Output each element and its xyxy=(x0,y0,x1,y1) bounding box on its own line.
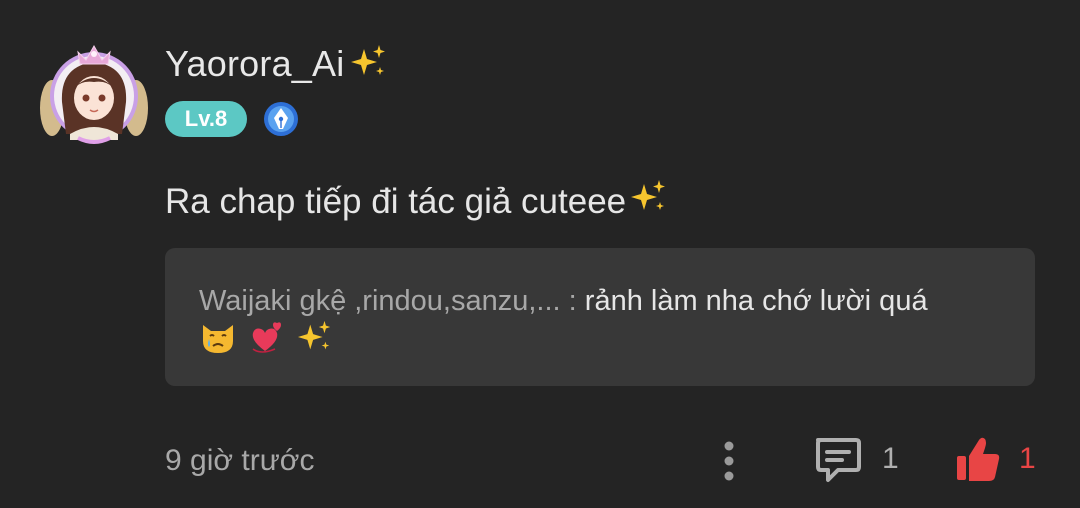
like-count: 1 xyxy=(1019,442,1036,475)
username[interactable]: Yaorora_Ai xyxy=(165,43,344,85)
thumbs-up-icon xyxy=(957,437,1000,481)
reply-count: 1 xyxy=(882,442,899,475)
comment-bubble-icon xyxy=(816,438,861,482)
comment-text-row: Ra chap tiếp đi tác giả cuteee xyxy=(165,178,668,225)
username-row: Yaorora_Ai xyxy=(165,40,388,88)
sparkles-icon xyxy=(630,178,668,225)
avatar[interactable] xyxy=(38,38,150,150)
vertical-dots-icon xyxy=(724,441,734,481)
level-badge: Lv.8 xyxy=(165,101,247,137)
crying-cat-icon xyxy=(199,319,237,367)
avatar-image xyxy=(40,44,148,144)
comment-text: Ra chap tiếp đi tác giả cuteee xyxy=(165,181,627,221)
reply-author[interactable]: Waijaki gkệ ,rindou,sanzu,... : xyxy=(199,285,577,317)
reply-button[interactable]: 1 xyxy=(812,434,899,484)
pen-nib-badge-icon xyxy=(263,101,299,137)
revolving-hearts-icon xyxy=(247,319,287,367)
reply-text: rảnh làm nha chớ lười quá xyxy=(584,285,928,317)
like-button[interactable]: 1 xyxy=(955,434,1036,484)
sparkles-icon xyxy=(350,43,388,86)
user-badges: Lv.8 xyxy=(165,101,299,137)
reply-emoji-row xyxy=(199,319,1001,367)
more-options-button[interactable] xyxy=(718,438,740,484)
reply-preview[interactable]: Waijaki gkệ ,rindou,sanzu,... : rảnh làm… xyxy=(165,248,1035,386)
comment-timestamp: 9 giờ trước xyxy=(165,444,315,477)
sparkles-icon xyxy=(297,319,333,367)
